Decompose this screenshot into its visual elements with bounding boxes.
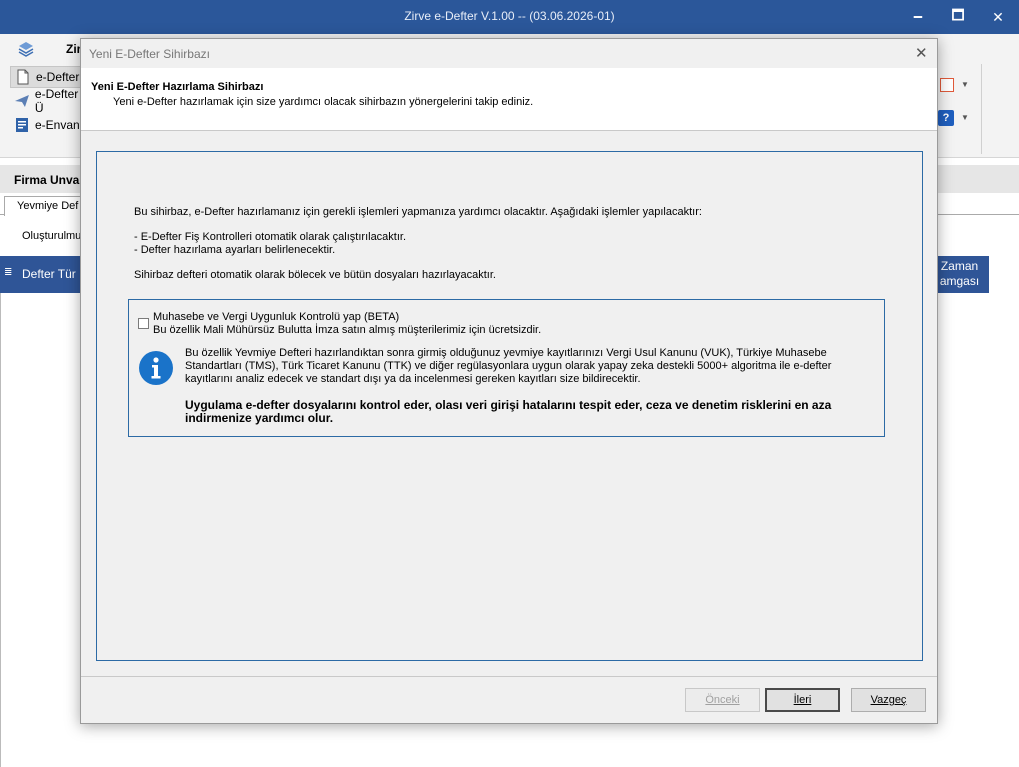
cancel-button-label: Vazgeç — [870, 694, 907, 706]
close-icon[interactable]: ✕ — [915, 44, 928, 62]
step-item: - E-Defter Fiş Kontrolleri otomatik olar… — [134, 231, 407, 243]
beta-checkbox[interactable] — [138, 318, 149, 329]
ribbon-item-label: e-Envant — [35, 118, 84, 132]
app-titlebar: Zirve e-Defter V.1.00 -- (03.06.2026-01)… — [0, 0, 1019, 34]
help-icon[interactable]: ? — [938, 110, 954, 126]
status-text: Oluşturulmu — [22, 230, 82, 242]
column-header-line: Zaman — [940, 259, 979, 273]
info-text: Bu özellik Yevmiye Defteri hazırlandıkta… — [185, 347, 832, 385]
beta-checkbox-label[interactable]: Muhasebe ve Vergi Uygunluk Kontrolü yap … — [153, 311, 399, 323]
dialog-title: Yeni E-Defter Sihirbazı — [89, 47, 210, 61]
previous-button-label: Önceki — [705, 694, 740, 706]
pdf-icon[interactable] — [940, 78, 954, 92]
document-icon — [17, 69, 29, 85]
grid-header-left[interactable]: ≣ Defter Tür — [0, 256, 90, 293]
column-defter-turu: Defter Tür — [22, 267, 76, 281]
footer-divider — [81, 676, 937, 677]
ribbon-item-eenvanter[interactable]: e-Envant — [10, 114, 90, 136]
column-zaman-damgasi[interactable]: Zaman amgası — [930, 256, 989, 293]
tab-yevmiye[interactable]: Yevmiye Def — [4, 196, 92, 216]
intro-text: Bu sihirbaz, e-Defter hazırlamanız için … — [134, 206, 702, 218]
dialog-header: Yeni E-Defter Hazırlama Sihirbazı Yeni e… — [81, 68, 937, 131]
ribbon-item-edefter-new[interactable]: e-Defter I — [10, 66, 90, 88]
step-item: - Defter hazırlama ayarları belirlenecek… — [134, 244, 336, 256]
content-panel: Bu sihirbaz, e-Defter hazırlamanız için … — [96, 151, 923, 661]
send-icon — [14, 95, 29, 107]
app-title: Zirve e-Defter V.1.00 -- (03.06.2026-01) — [404, 9, 615, 23]
header-title: Yeni E-Defter Hazırlama Sihirbazı — [91, 81, 264, 93]
minimize-button[interactable]: 🗕 — [898, 0, 938, 34]
maximize-button[interactable]: 🗖 — [938, 0, 978, 34]
beta-checkbox-note: Bu özellik Mali Mühürsüz Bulutta İmza sa… — [153, 324, 542, 336]
cancel-button[interactable]: Vazgeç — [851, 688, 926, 712]
column-chooser-icon[interactable]: ≣ — [4, 267, 12, 278]
close-app-button[interactable]: ✕ — [978, 0, 1018, 34]
info-icon — [139, 351, 173, 385]
next-button[interactable]: İleri — [765, 688, 840, 712]
ribbon-divider — [981, 64, 982, 154]
beta-panel: Muhasebe ve Vergi Uygunluk Kontrolü yap … — [128, 299, 885, 437]
app-logo-icon[interactable] — [16, 40, 36, 58]
chevron-down-icon[interactable]: ▼ — [961, 113, 969, 122]
info-bold-text: Uygulama e-defter dosyalarını kontrol ed… — [185, 398, 832, 425]
ribbon-item-edefter-send[interactable]: e-Defter Ü — [10, 87, 90, 115]
next-button-label: İleri — [793, 694, 812, 706]
wizard-dialog: Yeni E-Defter Sihirbazı ✕ Yeni E-Defter … — [80, 38, 938, 724]
chevron-down-icon[interactable]: ▼ — [961, 80, 969, 89]
ribbon-item-label: e-Defter I — [36, 70, 87, 84]
firm-label: Firma Unva — [14, 173, 80, 187]
list-document-icon — [16, 118, 28, 132]
column-header-line: amgası — [939, 274, 980, 288]
dialog-titlebar[interactable]: Yeni E-Defter Sihirbazı ✕ — [81, 39, 937, 68]
header-subtitle: Yeni e-Defter hazırlamak için size yardı… — [113, 96, 534, 108]
previous-button[interactable]: Önceki — [685, 688, 760, 712]
auto-split-text: Sihirbaz defteri otomatik olarak bölecek… — [134, 269, 496, 281]
